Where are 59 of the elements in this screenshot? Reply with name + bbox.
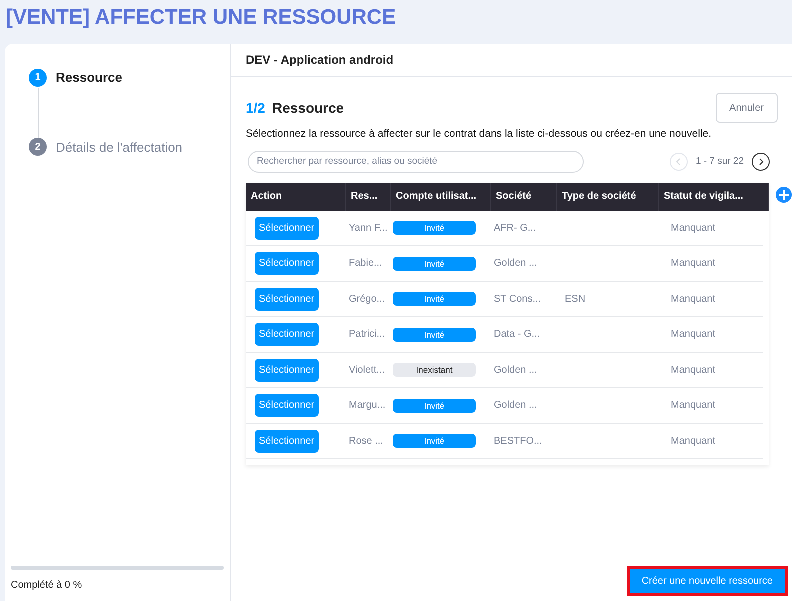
page-title: [VENTE] AFFECTER UNE RESSOURCE [5,5,398,31]
next-page-button[interactable] [752,152,770,171]
select-button[interactable]: Sélectionner [255,430,319,452]
step-label[interactable]: Ressource [56,68,122,88]
create-resource-button[interactable]: Créer une nouvelle ressource [626,566,788,596]
table-cell: Data - G... [494,329,540,340]
column-header: Compte utilisat... [391,182,491,211]
chevron-right-icon [757,158,765,166]
table-cell: Manquant [671,258,716,269]
table-cell: Manquant [671,400,716,411]
table-cell: Patrici... [349,329,386,340]
column-header: Action [246,182,346,211]
step-number: 1 [29,68,47,87]
table-cell: AFR- G... [494,222,536,234]
select-button[interactable]: Sélectionner [255,358,319,382]
table-cell: Manquant [671,364,716,376]
add-column-icon[interactable] [776,187,792,203]
table-cell: Grégo... [349,294,386,304]
account-badge: Invité [393,292,476,306]
account-badge: Invité [393,434,476,448]
table-cell: Manquant [671,294,716,304]
table-cell: Violett... [349,364,385,376]
column-header: Type de société [557,182,659,211]
account-badge: Inexistant [393,363,476,377]
table-cell: BESTFO... [494,436,542,446]
select-button[interactable]: Sélectionner [255,216,319,240]
step-number: 2 [29,138,47,156]
column-header: Société [491,182,557,211]
search-field[interactable]: Rechercher par ressource, alias ou société [248,150,584,173]
select-button[interactable]: Sélectionner [255,323,319,346]
table-cell: Golden ... [494,400,538,411]
table-cell: ST Cons... [494,294,542,304]
column-header: Res... [346,182,391,211]
select-button[interactable]: Sélectionner [255,288,319,310]
table-cell: Manquant [671,329,716,340]
instructions: Sélectionnez la ressource à affecter sur le contrat dans la liste ci-dessous ou créez-en une nouvelle. [246,127,713,142]
select-button[interactable]: Sélectionner [255,394,319,417]
account-badge: Invité [393,398,476,412]
table-cell: Yann F... [349,222,388,234]
progress-label: Complété à 0 % [10,579,84,593]
table-cell: Manquant [671,222,716,234]
table-cell: ESN [565,294,586,304]
cancel-button[interactable]: Annuler [716,93,778,123]
account-badge: Invité [393,256,476,270]
account-badge: Invité [393,221,476,235]
table-cell: Golden ... [494,258,538,269]
section-title: 1/2 Ressource [246,98,344,118]
select-button[interactable]: Sélectionner [255,252,319,275]
page-range: 1 - 7 sur 22 [696,154,744,169]
account-badge: Invité [393,328,476,342]
contract-title: DEV - Application android [246,52,394,69]
column-header: Statut de vigila... [659,182,769,211]
step-label[interactable]: Détails de l'affectation [56,138,183,157]
chevron-left-icon [674,158,683,166]
table-cell: Manquant [671,436,716,446]
table-cell: Golden ... [494,364,538,376]
table-cell: Margu... [349,400,386,411]
table-cell: Fabie... [349,258,382,269]
table-cell: Rose ... [349,436,384,446]
